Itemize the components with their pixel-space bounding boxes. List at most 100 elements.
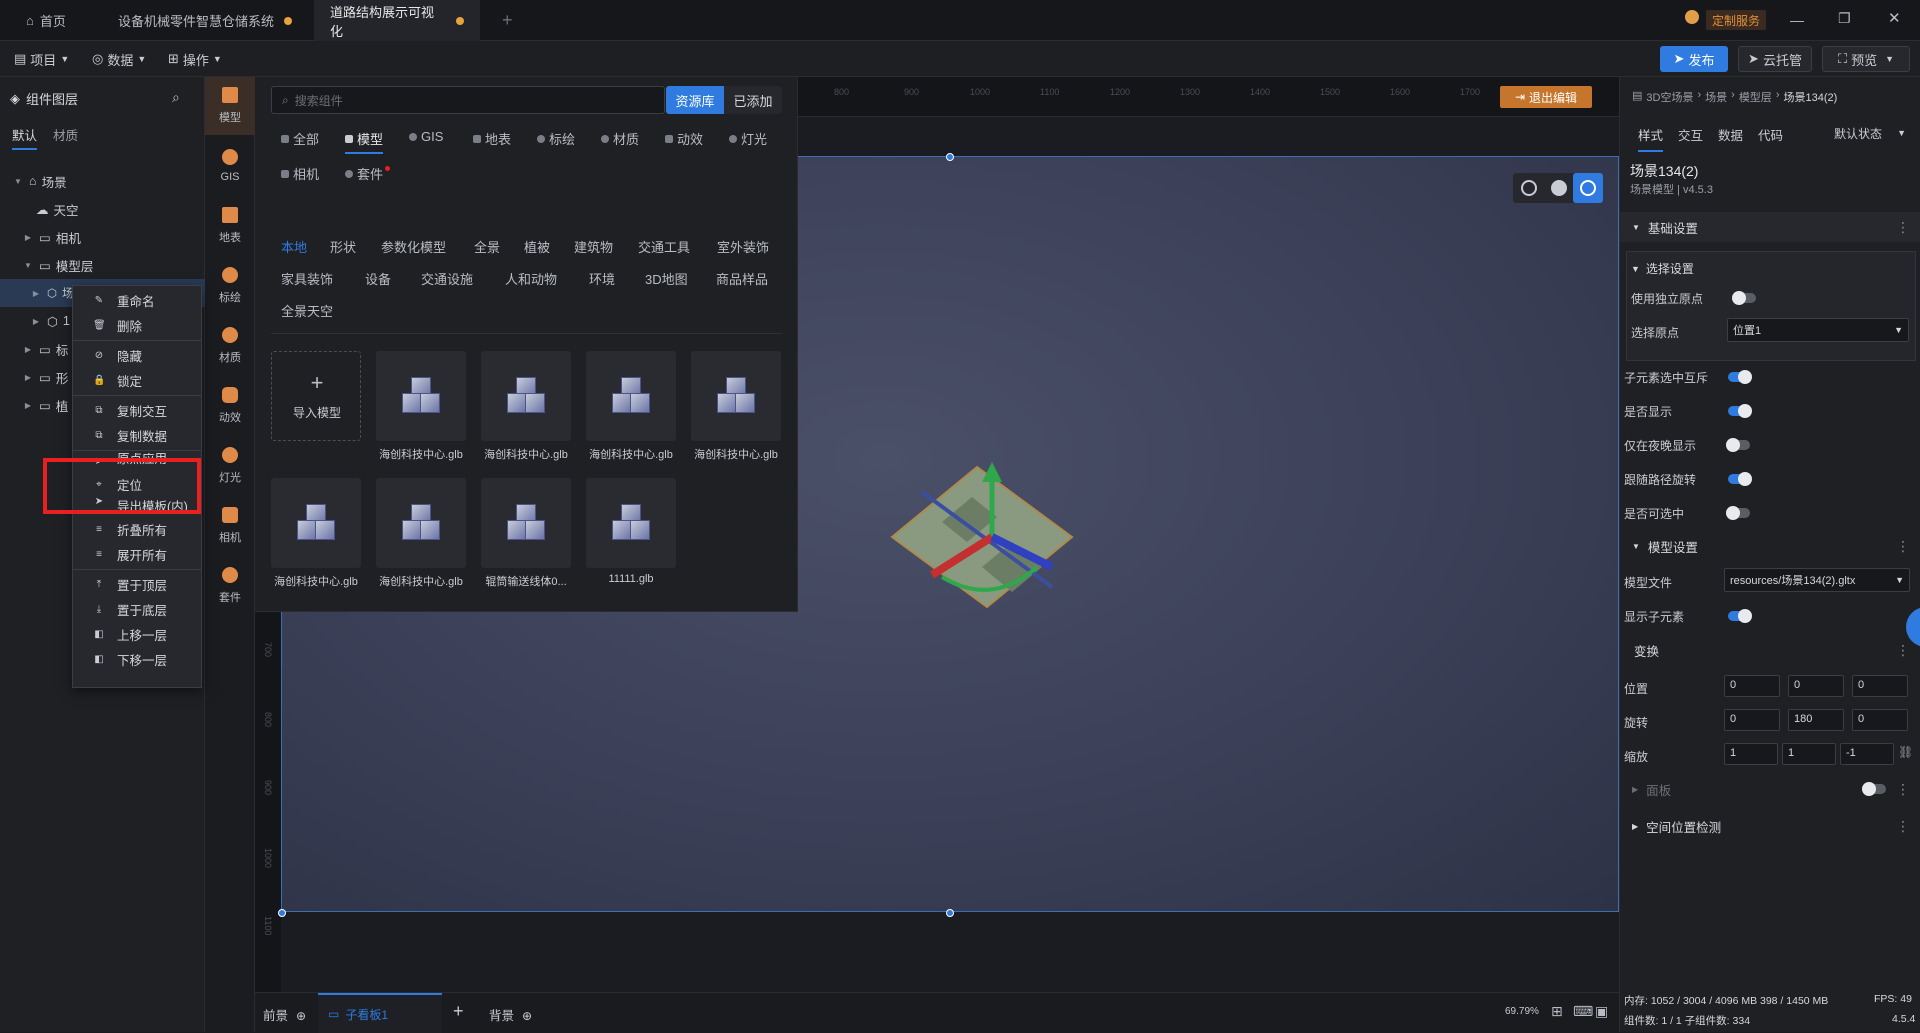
orbit-view-button[interactable] <box>1573 173 1603 203</box>
model-card[interactable] <box>586 351 676 441</box>
subboard-tab[interactable]: ▭ 子看板1 <box>318 993 442 1033</box>
position-z-input[interactable]: 0 <box>1852 675 1908 697</box>
preview-button[interactable]: ⛶ 预览 ▼ <box>1822 46 1910 72</box>
tab-code[interactable]: 代码 <box>1758 125 1783 144</box>
tree-item-sky[interactable]: ☁ 天空 <box>0 195 205 223</box>
menu-item-lock[interactable]: 🔒 锁定 <box>73 368 203 392</box>
subcategory-shape[interactable]: 形状 <box>330 237 356 256</box>
subcategory-local[interactable]: 本地 <box>281 237 307 256</box>
category-effect[interactable]: 动效 <box>665 129 703 148</box>
breadcrumb-item[interactable]: 模型层 <box>1739 89 1772 105</box>
subcategory-3dmap[interactable]: 3D地图 <box>645 269 688 288</box>
subcategory-traffic[interactable]: 交通设施 <box>421 269 473 288</box>
close-icon[interactable]: ✕ <box>1888 9 1901 27</box>
breadcrumb-item[interactable]: 场景134(2) <box>1783 89 1837 105</box>
type-material[interactable]: 材质 <box>205 317 255 375</box>
tab-default[interactable]: 默认 <box>12 125 38 150</box>
minimize-icon[interactable]: — <box>1790 12 1804 28</box>
state-select[interactable]: 默认状态 ▼ <box>1828 121 1912 145</box>
model-card[interactable] <box>481 478 571 568</box>
category-marker[interactable]: 标绘 <box>537 129 575 148</box>
menu-item-delete[interactable]: 🗑 删除 <box>73 313 203 337</box>
search-icon[interactable]: ⌕ <box>172 89 180 106</box>
category-gis[interactable]: GIS <box>409 129 443 144</box>
menu-item-send-bottom[interactable]: ⤓ 置于底层 <box>73 597 203 621</box>
tree-item-scene[interactable]: ▼ ⌂ 场景 <box>0 167 205 195</box>
rotation-x-input[interactable]: 0 <box>1724 709 1780 731</box>
panel-section-header[interactable]: ▶ 面板 ⋮ <box>1620 774 1920 804</box>
subcategory-plant[interactable]: 植被 <box>524 237 550 256</box>
kebab-icon[interactable]: ⋮ <box>1896 781 1910 798</box>
subcategory-env[interactable]: 环境 <box>589 269 615 288</box>
menu-item-collapse-all[interactable]: ≡ 折叠所有 <box>73 517 203 541</box>
zoom-level[interactable]: 69.79% <box>1505 1006 1539 1017</box>
panel-toggle[interactable] <box>1862 782 1886 796</box>
scale-y-input[interactable]: 1 <box>1782 743 1836 765</box>
resource-library-button[interactable]: 资源库 <box>666 86 724 114</box>
foreground-tab[interactable]: 前景 ⊕ <box>263 1005 306 1024</box>
kebab-icon[interactable]: ⋮ <box>1896 538 1910 555</box>
subcategory-furniture[interactable]: 家具装饰 <box>281 269 333 288</box>
position-x-input[interactable]: 0 <box>1724 675 1780 697</box>
menu-item-move-down[interactable]: ◧ 下移一层 <box>73 647 203 671</box>
kebab-icon[interactable]: ⋮ <box>1896 219 1910 236</box>
subcategory-vehicle[interactable]: 交通工具 <box>638 237 690 256</box>
space-check-header[interactable]: ▶ 空间位置检测 ⋮ <box>1620 811 1920 841</box>
select-settings-header[interactable]: ▼ 选择设置 <box>1631 260 1694 277</box>
follow-path-toggle[interactable] <box>1728 472 1752 486</box>
menu-item-bring-top[interactable]: ⤒ 置于顶层 <box>73 572 203 596</box>
fit-screen-icon[interactable]: ⊞ <box>1551 1003 1563 1020</box>
scale-z-input[interactable]: -1 <box>1840 743 1894 765</box>
night-only-toggle[interactable] <box>1726 438 1750 452</box>
category-camera[interactable]: 相机 <box>281 164 319 183</box>
globe-icon[interactable] <box>1521 180 1537 196</box>
menu-item-copy-data[interactable]: ⧉ 复制数据 <box>73 423 203 447</box>
scale-x-input[interactable]: 1 <box>1724 743 1778 765</box>
model-settings-header[interactable]: ▼ 模型设置 ⋮ <box>1620 531 1920 561</box>
breadcrumb-item[interactable]: 3D空场景 <box>1646 89 1693 105</box>
model-card[interactable] <box>691 351 781 441</box>
type-light[interactable]: 灯光 <box>205 437 255 495</box>
type-model[interactable]: 模型 <box>205 77 255 135</box>
subcategory-panorama[interactable]: 全景 <box>474 237 500 256</box>
data-menu[interactable]: ◎ 数据 ▼ <box>92 41 146 77</box>
child-exclusive-toggle[interactable] <box>1728 370 1752 384</box>
import-model-card[interactable]: + 导入模型 <box>271 351 361 441</box>
resize-handle[interactable] <box>946 909 954 917</box>
show-children-toggle[interactable] <box>1728 609 1752 623</box>
cloud-hosting-button[interactable]: ➤ 云托管 <box>1738 46 1812 72</box>
breadcrumb-item[interactable]: 场景 <box>1705 89 1727 105</box>
model-card[interactable] <box>376 351 466 441</box>
search-input[interactable]: ⌕ 搜索组件 <box>271 86 665 114</box>
subcategory-skybox[interactable]: 全景天空 <box>281 301 333 320</box>
menu-item-expand-all[interactable]: ≡ 展开所有 <box>73 542 203 566</box>
tab-road[interactable]: 道路结构展示可视化 <box>314 0 480 41</box>
added-button[interactable]: 已添加 <box>724 86 782 114</box>
subcategory-outdoor[interactable]: 室外装饰 <box>717 237 769 256</box>
category-light[interactable]: 灯光 <box>729 129 767 148</box>
category-material[interactable]: 材质 <box>601 129 639 148</box>
type-kit[interactable]: 套件 <box>205 557 255 615</box>
type-terrain[interactable]: 地表 <box>205 197 255 255</box>
rotation-y-input[interactable]: 180 <box>1788 709 1844 731</box>
subcategory-people[interactable]: 人和动物 <box>505 269 557 288</box>
visible-toggle[interactable] <box>1728 404 1752 418</box>
type-gis[interactable]: GIS <box>205 137 255 195</box>
position-y-input[interactable]: 0 <box>1788 675 1844 697</box>
tab-style[interactable]: 样式 <box>1638 125 1664 152</box>
tab-interaction[interactable]: 交互 <box>1678 125 1703 144</box>
model-file-select[interactable]: resources/场景134(2).gltx ▼ <box>1724 568 1910 592</box>
kebab-icon[interactable]: ⋮ <box>1896 642 1910 659</box>
tab-home[interactable]: ⌂ 首页 <box>10 0 82 41</box>
resize-handle[interactable] <box>278 909 286 917</box>
link-icon[interactable]: ⛓ <box>1898 745 1913 759</box>
basic-settings-header[interactable]: ▼ 基础设置 ⋮ <box>1620 212 1920 242</box>
restore-icon[interactable]: ❐ <box>1838 10 1851 27</box>
rotation-z-input[interactable]: 0 <box>1852 709 1908 731</box>
category-all[interactable]: 全部 <box>281 129 319 148</box>
subcategory-device[interactable]: 设备 <box>365 269 391 288</box>
publish-button[interactable]: ➤ 发布 <box>1660 46 1728 72</box>
background-tab[interactable]: 背景 ⊕ <box>489 1005 532 1024</box>
terminal-icon[interactable]: ▣ <box>1595 1003 1608 1020</box>
menu-item-hide[interactable]: ⊘ 隐藏 <box>73 343 203 367</box>
